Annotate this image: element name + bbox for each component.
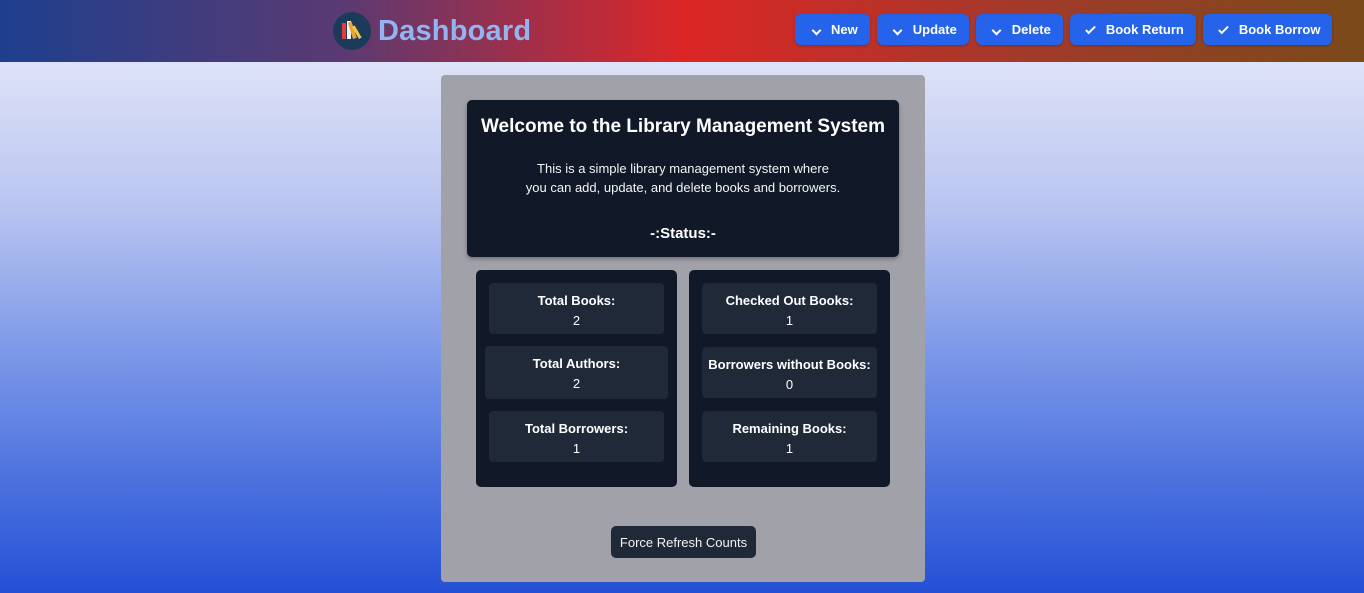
delete-button-label: Delete <box>1011 22 1051 37</box>
total-books-value: 2 <box>572 313 581 328</box>
total-authors-label: Total Authors: <box>532 356 621 371</box>
status-heading: -:Status:- <box>650 225 716 242</box>
welcome-description-line-2: you can add, update, and delete books an… <box>525 180 841 195</box>
book-return-button-label: Book Return <box>1105 22 1184 37</box>
brand[interactable]: Dashboard <box>333 12 531 50</box>
page-title: Dashboard <box>378 14 532 47</box>
dashboard-panel: Welcome to the Library Management System… <box>441 75 925 582</box>
total-authors-value: 2 <box>572 376 581 391</box>
total-borrowers-card: Total Borrowers: 1 <box>489 411 664 462</box>
total-borrowers-value: 1 <box>572 441 581 456</box>
stats-column-left: Total Books: 2 Total Authors: 2 Total Bo… <box>476 270 677 487</box>
delete-button[interactable]: Delete <box>975 14 1063 45</box>
check-icon <box>1084 23 1098 37</box>
remaining-books-card: Remaining Books: 1 <box>702 411 877 462</box>
checked-out-books-label: Checked Out Books: <box>725 293 854 308</box>
force-refresh-button[interactable]: Force Refresh Counts <box>611 526 756 558</box>
chevron-down-icon <box>990 23 1004 37</box>
total-borrowers-label: Total Borrowers: <box>524 421 629 436</box>
update-button-label: Update <box>912 22 957 37</box>
book-return-button[interactable]: Book Return <box>1069 14 1196 45</box>
top-navbar: Dashboard New Update Delete Book Return … <box>0 0 1364 62</box>
update-button[interactable]: Update <box>876 14 969 45</box>
nav-button-group: New Update Delete Book Return Book Borro… <box>795 14 1339 45</box>
total-books-label: Total Books: <box>537 293 616 308</box>
borrowers-without-books-label: Borrowers without Books: <box>708 357 871 372</box>
welcome-description: This is a simple library management syst… <box>467 159 899 197</box>
borrowers-without-books-card: Borrowers without Books: 0 <box>702 347 877 398</box>
welcome-heading: Welcome to the Library Management System <box>480 116 886 137</box>
check-icon <box>1217 23 1231 37</box>
checked-out-books-card: Checked Out Books: 1 <box>702 283 877 334</box>
borrowers-without-books-value: 0 <box>785 377 794 392</box>
remaining-books-label: Remaining Books: <box>732 421 847 436</box>
books-icon <box>333 12 371 50</box>
book-borrow-button-label: Book Borrow <box>1238 22 1321 37</box>
checked-out-books-value: 1 <box>785 313 794 328</box>
remaining-books-value: 1 <box>785 441 794 456</box>
total-books-card: Total Books: 2 <box>489 283 664 334</box>
welcome-card: Welcome to the Library Management System… <box>467 100 899 257</box>
new-button[interactable]: New <box>795 14 870 45</box>
new-button-label: New <box>831 22 858 37</box>
book-borrow-button[interactable]: Book Borrow <box>1202 14 1333 45</box>
welcome-description-line-1: This is a simple library management syst… <box>537 161 829 176</box>
total-authors-card: Total Authors: 2 <box>485 346 668 399</box>
chevron-down-icon <box>891 23 905 37</box>
chevron-down-icon <box>809 23 823 37</box>
stats-column-right: Checked Out Books: 1 Borrowers without B… <box>689 270 890 487</box>
